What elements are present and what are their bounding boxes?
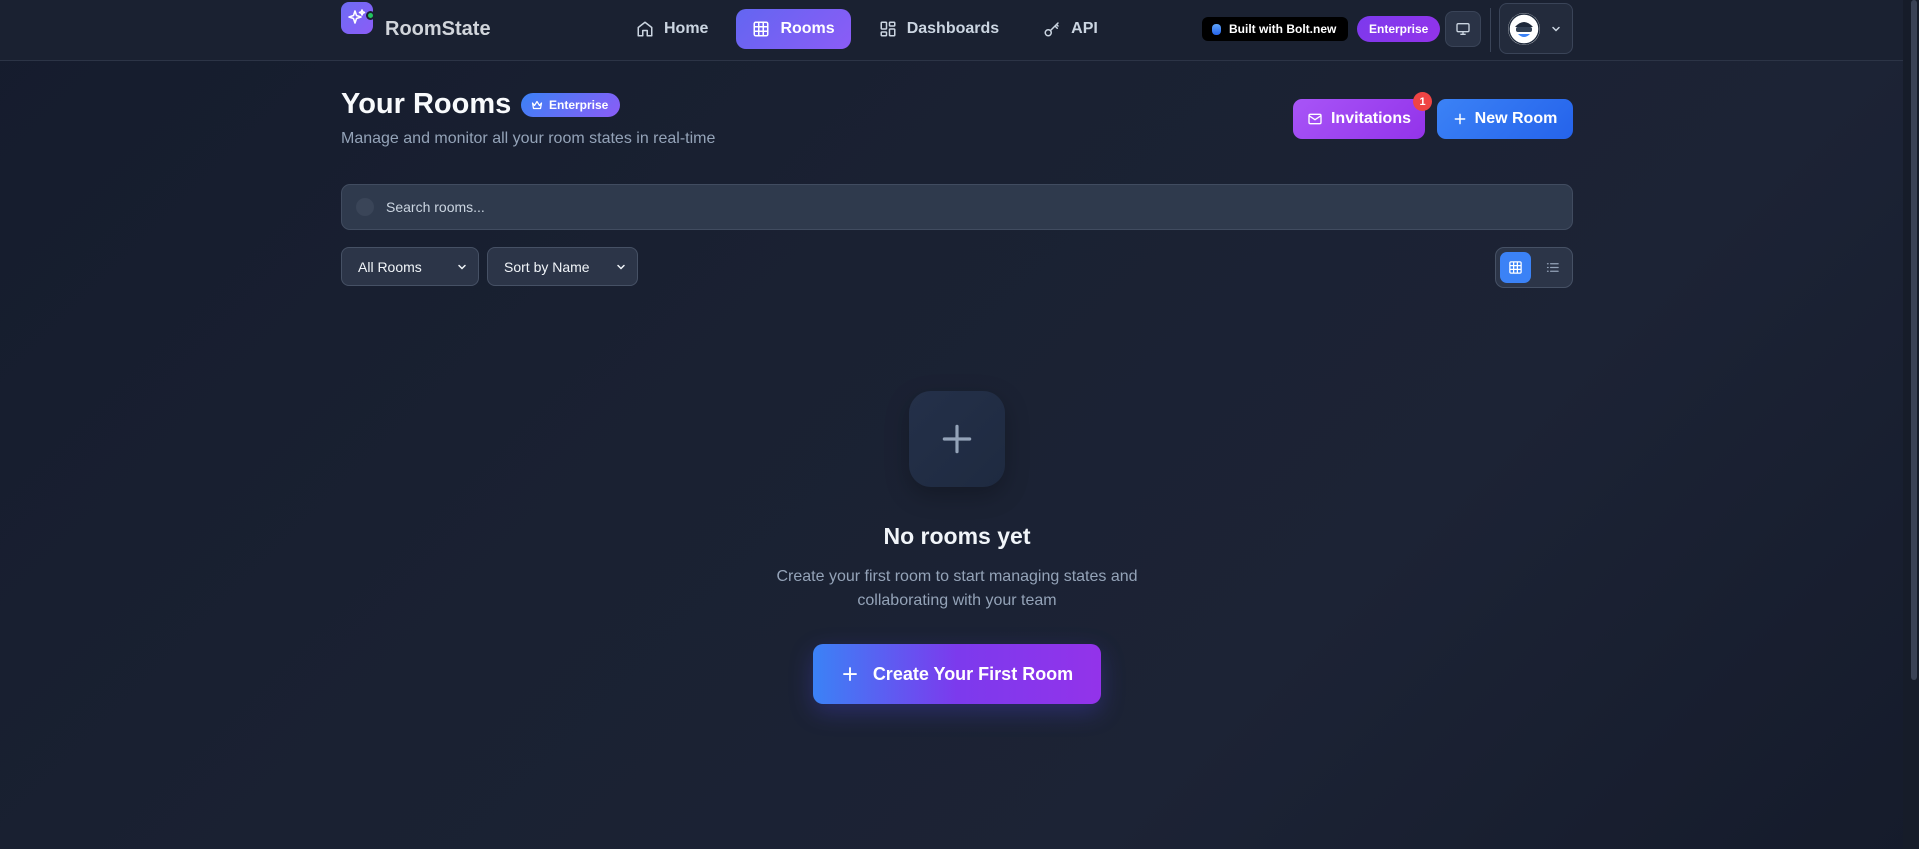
nav-item-home[interactable]: Home <box>620 9 724 49</box>
room-filter-select[interactable]: All Rooms <box>341 247 479 286</box>
create-first-room-label: Create Your First Room <box>872 663 1074 684</box>
grid-icon <box>753 21 769 37</box>
nav-item-api[interactable]: API <box>1027 9 1114 49</box>
main-nav: Home Rooms Dashboards API <box>620 9 1114 49</box>
app-name: RoomState <box>385 18 491 40</box>
nav-item-rooms[interactable]: Rooms <box>736 9 851 49</box>
chevron-down-icon <box>617 264 625 270</box>
dashboard-icon <box>880 21 896 37</box>
invitations-count-badge: 1 <box>1413 92 1432 111</box>
bolt-badge-label: Built with Bolt.new <box>1229 22 1337 36</box>
enterprise-badge-label: Enterprise <box>549 98 609 112</box>
nav-label-home: Home <box>664 20 709 37</box>
scrollbar-thumb[interactable] <box>1911 0 1917 680</box>
create-first-room-button[interactable]: Create Your First Room <box>813 644 1101 704</box>
list-view-button[interactable] <box>1537 252 1568 283</box>
chevron-down-icon <box>1552 26 1560 32</box>
search-input[interactable] <box>386 199 1572 215</box>
sort-select[interactable]: Sort by Name <box>487 247 638 286</box>
built-with-bolt-badge[interactable]: Built with Bolt.new <box>1202 17 1349 41</box>
grid-view-button[interactable] <box>1500 252 1531 283</box>
top-navbar: RoomState Home Rooms Dashboards API Buil… <box>0 0 1919 61</box>
invitations-label: Invitations <box>1330 110 1411 127</box>
view-toggle <box>1495 247 1573 288</box>
mail-icon <box>1308 113 1322 125</box>
bolt-icon <box>1212 23 1221 35</box>
page-title: Your Rooms <box>341 88 512 120</box>
nav-divider <box>1490 8 1491 52</box>
user-menu-button[interactable] <box>1499 3 1573 54</box>
nav-label-dashboards: Dashboards <box>906 20 1000 37</box>
page-subtitle: Manage and monitor all your room states … <box>341 130 716 147</box>
avatar <box>1508 12 1540 45</box>
grid-icon <box>1509 261 1522 274</box>
crown-icon <box>531 100 543 110</box>
monitor-button[interactable] <box>1445 11 1481 47</box>
empty-state-text: Create your first room to start managing… <box>776 568 1138 609</box>
invitations-button[interactable]: Invitations <box>1293 99 1425 139</box>
chevron-down-icon <box>458 264 466 270</box>
room-filter-value: All Rooms <box>358 258 422 275</box>
home-icon <box>637 21 653 37</box>
nav-label-api: API <box>1071 20 1098 37</box>
empty-state-title: No rooms yet <box>883 523 1031 549</box>
nav-label-rooms: Rooms <box>780 20 835 37</box>
key-icon <box>1044 22 1059 37</box>
plus-icon <box>842 667 857 681</box>
plan-badge: Enterprise <box>1357 16 1441 42</box>
new-room-button[interactable]: New Room <box>1437 99 1573 139</box>
enterprise-badge: Enterprise <box>521 93 621 117</box>
empty-state-plus-icon <box>909 391 1005 487</box>
sort-value: Sort by Name <box>504 258 590 275</box>
plus-icon <box>1454 113 1466 125</box>
nav-item-dashboards[interactable]: Dashboards <box>863 9 1015 49</box>
monitor-icon <box>1456 22 1470 35</box>
list-icon <box>1546 263 1559 272</box>
search-icon <box>356 198 374 216</box>
new-room-label: New Room <box>1474 110 1558 127</box>
search-bar <box>341 184 1573 230</box>
online-status-dot <box>366 11 375 20</box>
